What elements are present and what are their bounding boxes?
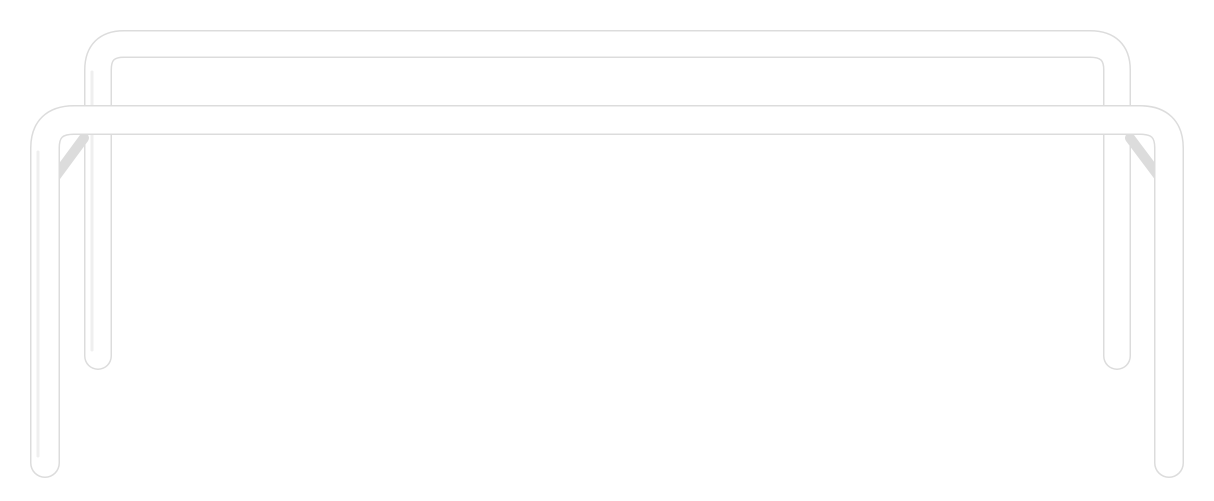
front-tube-outline <box>30 105 1184 478</box>
side-braces <box>51 133 1165 183</box>
product-image <box>0 0 1214 501</box>
back-tube-frame <box>84 30 1131 370</box>
back-tube-body <box>85 31 1130 369</box>
table-frame-illustration <box>30 30 1184 478</box>
front-tube-body <box>31 106 1183 477</box>
front-tube-frame <box>30 105 1184 478</box>
back-tube-outline <box>84 30 1131 370</box>
